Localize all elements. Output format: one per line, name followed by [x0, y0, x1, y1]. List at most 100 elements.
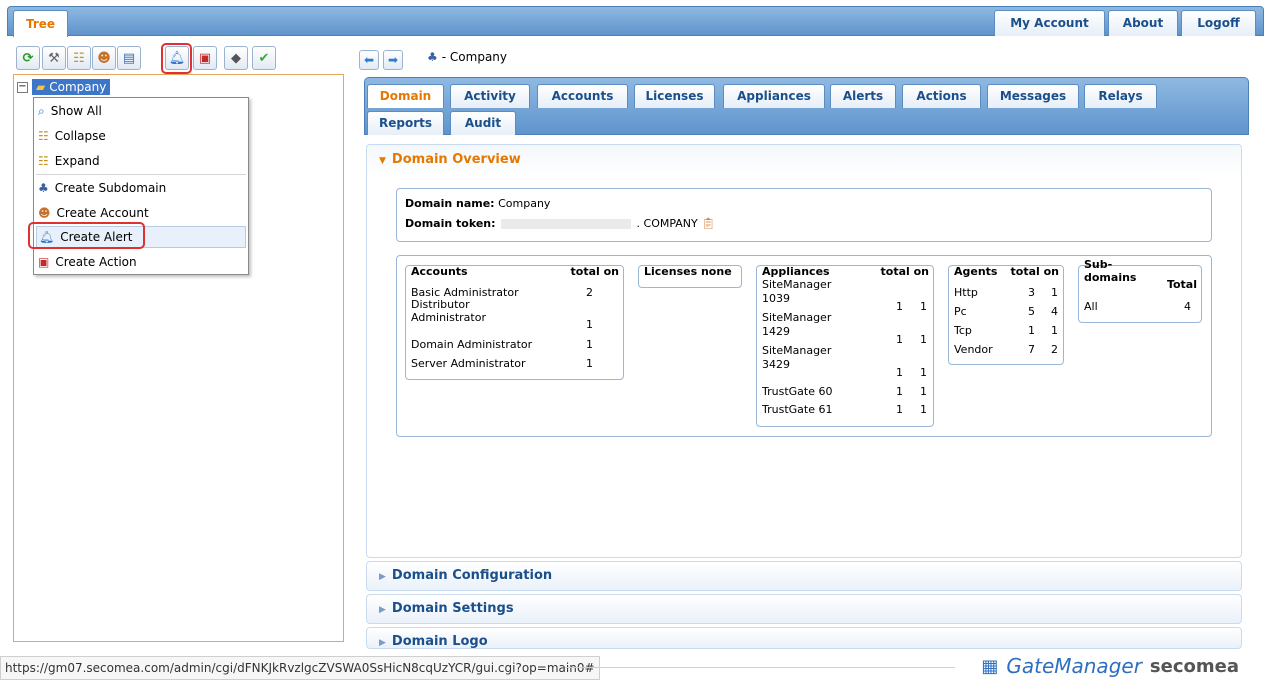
domain-name-value: Company: [498, 197, 551, 210]
row-on: 1: [920, 402, 927, 416]
menu-item-create-account[interactable]: ☻ Create Account: [36, 202, 246, 224]
account-icon[interactable]: ☻: [92, 46, 116, 70]
appliance-icon[interactable]: ◆: [224, 46, 248, 70]
row-total: 2: [586, 285, 593, 299]
menu-separator: [36, 174, 246, 175]
row-label: All: [1084, 299, 1098, 313]
licenses-title: Licenses none: [644, 264, 732, 278]
tab-licenses[interactable]: Licenses: [634, 84, 715, 108]
clipboard-icon[interactable]: 📋︎: [701, 217, 715, 230]
row-on: 1: [1051, 285, 1058, 299]
row-label: TrustGate 61: [762, 402, 833, 416]
folder-icon: ▰: [36, 80, 46, 94]
status-url: https://gm07.secomea.com/admin/cgi/dFNKJ…: [5, 661, 595, 675]
row-total: 1: [586, 356, 593, 370]
row-on: 2: [1051, 342, 1058, 356]
menu-item-label: Create Account: [56, 206, 149, 220]
domain-token-line: Domain token: . COMPANY 📋︎: [405, 217, 715, 230]
accounts-box: Accounts total on Basic Administrator 2 …: [405, 265, 624, 380]
account-icon: ☻: [38, 206, 51, 220]
section-title: Domain Settings: [391, 601, 514, 616]
section-domain-settings[interactable]: ▶ Domain Settings: [366, 594, 1242, 624]
section-title: Domain Logo: [391, 634, 488, 649]
domain-name-label: Domain name:: [405, 197, 495, 210]
breadcrumb-label: - Company: [441, 50, 507, 64]
row-total: 7: [1028, 342, 1035, 356]
row-label: Domain Administrator: [411, 337, 533, 351]
collapsed-arrow-icon: ▶: [379, 605, 386, 615]
menu-item-expand[interactable]: ☷ Expand: [36, 150, 246, 172]
collapse-tree-icon: ☷: [38, 129, 49, 143]
message-icon[interactable]: ▤: [117, 46, 141, 70]
action-icon[interactable]: ▣: [193, 46, 217, 70]
magnifier-icon: ⌕: [38, 103, 45, 118]
section-domain-configuration[interactable]: ▶ Domain Configuration: [366, 561, 1242, 591]
collapse-toggle[interactable]: −: [17, 81, 28, 93]
row-total: 1: [586, 318, 593, 331]
domain-token-value: . COMPANY: [636, 217, 698, 230]
row-label: Basic Administrator: [411, 285, 519, 299]
row-label: Distributor Administrator: [411, 298, 486, 324]
tab-activity[interactable]: Activity: [450, 84, 530, 108]
about-button[interactable]: About: [1108, 10, 1178, 36]
logoff-button[interactable]: Logoff: [1181, 10, 1256, 36]
refresh-icon[interactable]: ⟳: [16, 46, 40, 70]
tab-appliances[interactable]: Appliances: [723, 84, 825, 108]
tools-icon[interactable]: ⚒: [42, 46, 66, 70]
back-arrow-icon[interactable]: ⬅: [359, 50, 379, 70]
menu-item-show-all[interactable]: ⌕ Show All: [36, 100, 246, 122]
row-label: Server Administrator: [411, 356, 526, 370]
row-total: 5: [1028, 304, 1035, 318]
tab-audit[interactable]: Audit: [450, 111, 516, 135]
row-on: 1: [920, 366, 927, 379]
licenses-box: Licenses none: [638, 265, 742, 288]
breadcrumb: ♣ - Company: [427, 50, 507, 64]
row-label: Vendor: [954, 342, 993, 356]
menu-item-collapse[interactable]: ☷ Collapse: [36, 125, 246, 147]
agents-cols: total on: [1010, 264, 1060, 278]
appliances-title: Appliances: [762, 264, 830, 278]
tab-messages[interactable]: Messages: [987, 84, 1079, 108]
tree-root[interactable]: − ▰ Company: [17, 78, 111, 96]
tab-actions[interactable]: Actions: [902, 84, 981, 108]
subdomain-icon: ♣: [38, 181, 49, 195]
subdomains-box: Sub-domains Total All 4: [1078, 258, 1202, 323]
check-icon[interactable]: ✔: [252, 46, 276, 70]
domain-overview-header[interactable]: ▼ Domain Overview: [367, 145, 1241, 177]
row-total: 1: [586, 337, 593, 351]
menu-item-create-subdomain[interactable]: ♣ Create Subdomain: [36, 177, 246, 199]
row-total: 1: [896, 366, 903, 379]
row-label: SiteManager 1429: [762, 311, 832, 338]
tab-accounts[interactable]: Accounts: [537, 84, 628, 108]
subdomains-title: Sub-domains: [1084, 258, 1137, 284]
tree-node-company[interactable]: ▰ Company: [32, 79, 111, 95]
tab-alerts[interactable]: Alerts: [830, 84, 896, 108]
tab-tree[interactable]: Tree: [13, 10, 68, 37]
tab-relays[interactable]: Relays: [1084, 84, 1157, 108]
menu-item-create-action[interactable]: ▣ Create Action: [36, 251, 246, 273]
tab-reports[interactable]: Reports: [367, 111, 444, 135]
my-account-button[interactable]: My Account: [994, 10, 1105, 36]
row-label: TrustGate 60: [762, 384, 833, 398]
row-on: 1: [920, 300, 927, 313]
row-total: 1: [896, 333, 903, 346]
highlight-alert-toolbar: [161, 43, 192, 74]
brand-logo: ▦ GateManager secomea: [981, 654, 1239, 678]
domain-name-line: Domain name: Company: [405, 197, 550, 210]
collapsed-arrow-icon: ▶: [379, 572, 386, 582]
tree-icon[interactable]: ☷: [67, 46, 91, 70]
section-domain-logo[interactable]: ▶ Domain Logo: [366, 627, 1242, 649]
menu-item-label: Create Subdomain: [54, 181, 167, 195]
row-total: 3: [1028, 285, 1035, 299]
menu-item-label: Create Action: [55, 255, 137, 269]
forward-arrow-icon[interactable]: ➡: [383, 50, 403, 70]
domain-info-box: Domain name: Company Domain token: . COM…: [396, 188, 1212, 242]
status-bar: https://gm07.secomea.com/admin/cgi/dFNKJ…: [0, 656, 600, 680]
menu-item-label: Expand: [54, 154, 100, 168]
appliances-cols: total on: [880, 264, 930, 278]
domain-token-label: Domain token:: [405, 217, 496, 230]
tab-domain[interactable]: Domain: [367, 84, 444, 108]
agents-title: Agents: [954, 264, 998, 278]
collapsed-arrow-icon: ▶: [379, 638, 386, 648]
row-label: SiteManager 1039: [762, 278, 832, 305]
